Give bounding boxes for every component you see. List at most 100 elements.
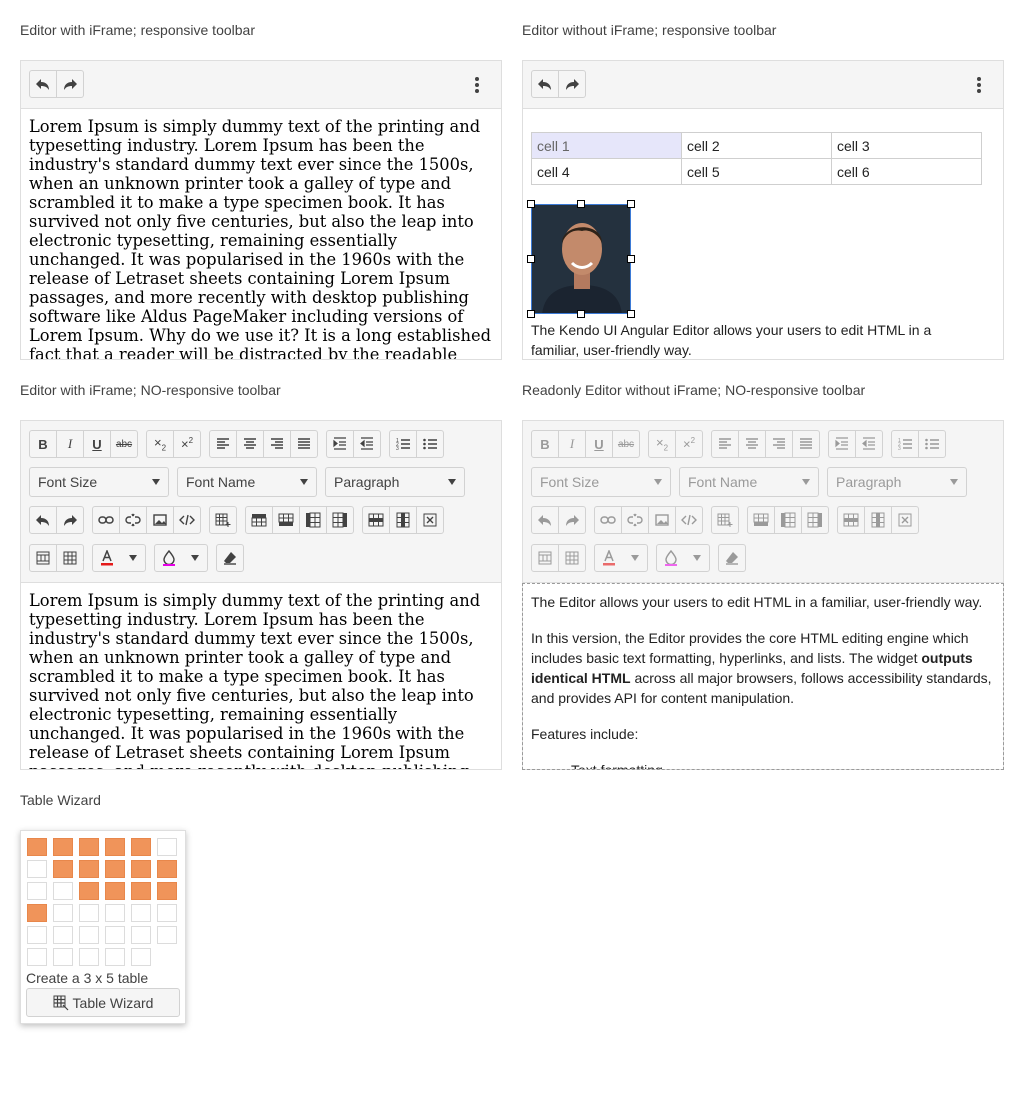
table-grid-cell[interactable] bbox=[131, 860, 151, 878]
table-cell[interactable]: cell 1 bbox=[531, 132, 682, 159]
table-cell[interactable]: cell 3 bbox=[831, 132, 982, 159]
table-grid-cell[interactable] bbox=[27, 926, 47, 944]
chevron-down-icon[interactable] bbox=[183, 555, 207, 561]
delete-row-button[interactable] bbox=[362, 506, 390, 534]
insert-image-button[interactable] bbox=[146, 506, 174, 534]
table-grid-cell[interactable] bbox=[27, 948, 47, 966]
table-grid-cell[interactable] bbox=[79, 882, 99, 900]
table-grid-cell[interactable] bbox=[131, 838, 151, 856]
add-row-after-button[interactable] bbox=[272, 506, 300, 534]
table-grid-cell[interactable] bbox=[79, 860, 99, 878]
superscript-button[interactable]: ×2 bbox=[173, 430, 201, 458]
table-cell[interactable]: cell 4 bbox=[531, 158, 682, 185]
editor-content[interactable]: Lorem Ipsum is simply dummy text of the … bbox=[21, 109, 501, 359]
more-menu-icon[interactable] bbox=[475, 77, 479, 93]
table-grid-cell[interactable] bbox=[105, 882, 125, 900]
table-cell[interactable]: cell 2 bbox=[681, 132, 832, 159]
table-grid-cell[interactable] bbox=[79, 926, 99, 944]
table-grid-cell[interactable] bbox=[53, 904, 73, 922]
resize-handle[interactable] bbox=[577, 310, 585, 318]
table-grid-cell[interactable] bbox=[157, 904, 177, 922]
indent-button[interactable] bbox=[326, 430, 354, 458]
redo-button[interactable] bbox=[56, 70, 84, 98]
table-grid-cell[interactable] bbox=[131, 882, 151, 900]
resize-handle[interactable] bbox=[527, 255, 535, 263]
font-color-picker[interactable] bbox=[92, 544, 146, 572]
bold-button[interactable]: B bbox=[29, 430, 57, 458]
table-grid-cell[interactable] bbox=[157, 926, 177, 944]
table-grid-cell[interactable] bbox=[79, 904, 99, 922]
unordered-list-button[interactable] bbox=[416, 430, 444, 458]
align-left-button[interactable] bbox=[209, 430, 237, 458]
table-wizard-button[interactable]: Table Wizard bbox=[26, 988, 180, 1017]
underline-button[interactable]: U bbox=[83, 430, 111, 458]
table-grid-cell[interactable] bbox=[27, 838, 47, 856]
font-size-dropdown[interactable]: Font Size bbox=[29, 467, 169, 497]
resize-handle[interactable] bbox=[627, 255, 635, 263]
content-table[interactable]: cell 1 cell 2 cell 3 cell 4 cell 5 cell … bbox=[531, 132, 982, 185]
table-grid-cell[interactable] bbox=[157, 882, 177, 900]
table-grid-cell[interactable] bbox=[131, 926, 151, 944]
redo-button[interactable] bbox=[56, 506, 84, 534]
clear-formatting-button[interactable] bbox=[216, 544, 244, 572]
table-grid-cell[interactable] bbox=[157, 860, 177, 878]
table-grid-cell[interactable] bbox=[53, 926, 73, 944]
more-menu-icon[interactable] bbox=[977, 77, 981, 93]
table-grid-cell[interactable] bbox=[53, 860, 73, 878]
italic-button[interactable]: I bbox=[56, 430, 84, 458]
paragraph-dropdown[interactable]: Paragraph bbox=[325, 467, 465, 497]
table-cell[interactable]: cell 5 bbox=[681, 158, 832, 185]
background-color-picker[interactable] bbox=[154, 544, 208, 572]
add-column-after-button[interactable] bbox=[326, 506, 354, 534]
undo-button[interactable] bbox=[29, 70, 57, 98]
table-grid-cell[interactable] bbox=[157, 838, 177, 856]
table-grid-cell[interactable] bbox=[53, 948, 73, 966]
align-center-button[interactable] bbox=[236, 430, 264, 458]
editor-content[interactable]: cell 1 cell 2 cell 3 cell 4 cell 5 cell … bbox=[523, 109, 1003, 359]
cell-properties-button[interactable] bbox=[56, 544, 84, 572]
unlink-button[interactable] bbox=[119, 506, 147, 534]
add-row-before-button[interactable] bbox=[245, 506, 273, 534]
strikethrough-button[interactable]: abc bbox=[110, 430, 138, 458]
align-right-button[interactable] bbox=[263, 430, 291, 458]
resize-handle[interactable] bbox=[627, 310, 635, 318]
undo-button[interactable] bbox=[29, 506, 57, 534]
table-grid-cell[interactable] bbox=[105, 948, 125, 966]
resize-handle[interactable] bbox=[627, 200, 635, 208]
editor-content[interactable]: Lorem Ipsum is simply dummy text of the … bbox=[21, 583, 501, 769]
table-grid-cell[interactable] bbox=[79, 948, 99, 966]
table-size-grid[interactable] bbox=[21, 831, 187, 971]
resize-handle[interactable] bbox=[577, 200, 585, 208]
table-grid-cell[interactable] bbox=[131, 904, 151, 922]
view-source-button[interactable] bbox=[173, 506, 201, 534]
font-name-dropdown[interactable]: Font Name bbox=[177, 467, 317, 497]
table-grid-cell[interactable] bbox=[105, 838, 125, 856]
table-grid-cell[interactable] bbox=[53, 838, 73, 856]
subscript-button[interactable]: ×2 bbox=[146, 430, 174, 458]
table-grid-cell[interactable] bbox=[105, 926, 125, 944]
table-grid-cell[interactable] bbox=[105, 860, 125, 878]
insert-table-button[interactable] bbox=[209, 506, 237, 534]
delete-table-button[interactable] bbox=[416, 506, 444, 534]
table-grid-cell[interactable] bbox=[27, 904, 47, 922]
table-grid-cell[interactable] bbox=[131, 948, 151, 966]
insert-link-button[interactable] bbox=[92, 506, 120, 534]
table-grid-cell[interactable] bbox=[53, 882, 73, 900]
delete-column-button[interactable] bbox=[389, 506, 417, 534]
undo-button[interactable] bbox=[531, 70, 559, 98]
table-grid-cell[interactable] bbox=[79, 838, 99, 856]
add-column-before-button[interactable] bbox=[299, 506, 327, 534]
ordered-list-button[interactable]: 123 bbox=[389, 430, 417, 458]
redo-button[interactable] bbox=[558, 70, 586, 98]
table-grid-cell[interactable] bbox=[105, 904, 125, 922]
table-cell[interactable]: cell 6 bbox=[831, 158, 982, 185]
table-grid-cell[interactable] bbox=[27, 882, 47, 900]
align-justify-button[interactable] bbox=[290, 430, 318, 458]
resize-handle[interactable] bbox=[527, 310, 535, 318]
outdent-button[interactable] bbox=[353, 430, 381, 458]
table-properties-button[interactable] bbox=[29, 544, 57, 572]
table-grid-cell[interactable] bbox=[27, 860, 47, 878]
selected-image[interactable] bbox=[531, 204, 631, 314]
chevron-down-icon[interactable] bbox=[121, 555, 145, 561]
resize-handle[interactable] bbox=[527, 200, 535, 208]
